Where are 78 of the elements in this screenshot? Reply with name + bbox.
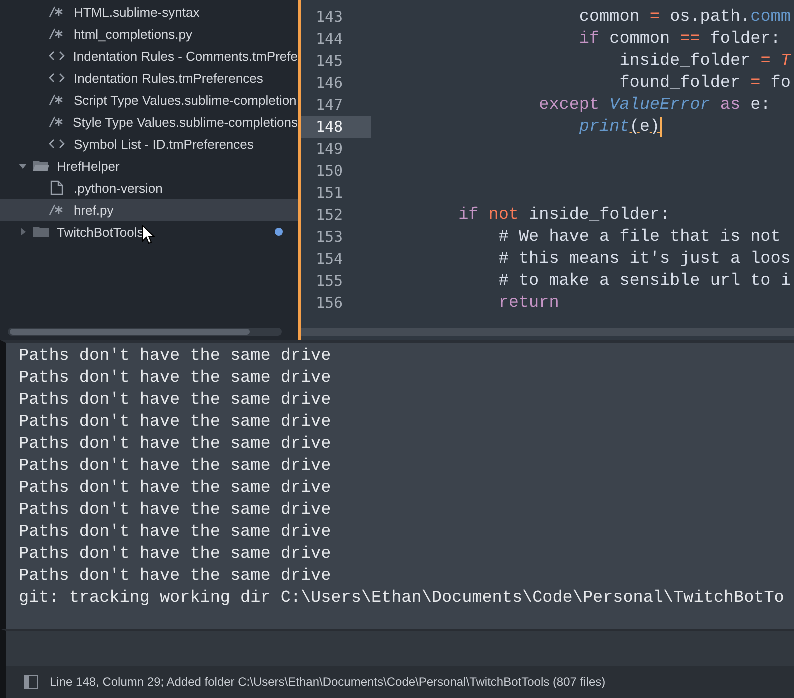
folder-name: TwitchBotTools — [57, 224, 144, 240]
file-item[interactable]: Indentation Rules - Comments.tmPrefe — [0, 45, 298, 67]
code-line: found_folder = fo — [618, 74, 791, 92]
file-name: .python-version — [74, 180, 163, 196]
console-line: Paths don't have the same drive — [19, 346, 332, 368]
file-item[interactable]: href.py — [0, 199, 298, 221]
line-number: 155 — [315, 271, 344, 292]
file-item[interactable]: Indentation Rules.tmPreferences — [0, 67, 298, 89]
folder-icon — [32, 225, 50, 239]
collapsed-arrow-icon[interactable] — [18, 227, 28, 237]
code-line: except ValueError as e: — [538, 96, 771, 114]
source-file-icon — [49, 204, 65, 216]
file-item[interactable]: .python-version — [0, 177, 298, 199]
file-name: Indentation Rules - Comments.tmPrefe — [73, 48, 298, 64]
line-number: 143 — [315, 7, 344, 28]
status-text: Line 148, Column 29; Added folder C:\Users\Ethan\Documents\Code\Personal\TwitchBotTools (807 files) — [50, 675, 606, 689]
source-file-icon — [49, 28, 65, 40]
markup-file-icon — [48, 50, 65, 62]
console-line: Paths don't have the same drive — [19, 566, 332, 588]
markup-file-icon — [49, 72, 65, 84]
console-line: Paths don't have the same drive — [19, 478, 332, 500]
file-name: Symbol List - ID.tmPreferences — [74, 136, 254, 152]
file-name: Indentation Rules.tmPreferences — [74, 70, 264, 86]
code-line: # to make a sensible url to i — [498, 272, 791, 290]
line-number: 151 — [315, 183, 344, 204]
console-line: Paths don't have the same drive — [19, 500, 332, 522]
file-name: Style Type Values.sublime-completions — [73, 114, 298, 130]
line-number: 144 — [315, 29, 344, 50]
console-line: Paths don't have the same drive — [19, 544, 332, 566]
line-number: 147 — [315, 95, 344, 116]
source-file-icon — [49, 94, 65, 106]
console-line: git: tracking working dir C:\Users\Ethan\Documents\Code\Personal\TwitchBotTo — [19, 588, 786, 610]
line-number: 152 — [315, 205, 344, 226]
console-line: Paths don't have the same drive — [19, 390, 332, 412]
console-line: Paths don't have the same drive — [19, 412, 332, 434]
code-line: return — [498, 294, 560, 312]
line-number: 154 — [315, 249, 344, 270]
panel-toggle-icon[interactable] — [24, 675, 38, 689]
file-name: href.py — [74, 202, 114, 218]
file-item[interactable]: Script Type Values.sublime-completion — [0, 89, 298, 111]
scrollbar[interactable] — [301, 328, 794, 336]
mouse-pointer-icon — [142, 225, 155, 245]
source-file-icon — [49, 6, 65, 18]
line-number: 150 — [315, 161, 344, 182]
source-file-icon — [48, 116, 65, 128]
code-line: # this means it's just a loos — [498, 250, 791, 268]
file-item[interactable]: html_completions.py — [0, 23, 298, 45]
folder-name: HrefHelper — [57, 158, 120, 174]
line-number: 153 — [315, 227, 344, 248]
line-number: 156 — [315, 293, 344, 314]
code-line: print(e) — [578, 117, 662, 137]
expanded-arrow-icon[interactable] — [18, 161, 28, 171]
console-line: Paths don't have the same drive — [19, 456, 332, 478]
console-line: Paths don't have the same drive — [19, 434, 332, 456]
code-line: if common == folder: — [578, 30, 781, 48]
file-item[interactable]: HTML.sublime-syntax — [0, 1, 298, 23]
folder-item[interactable]: TwitchBotTools — [0, 221, 298, 243]
line-number: 148 — [301, 116, 371, 138]
folder-item[interactable]: HrefHelper — [0, 155, 298, 177]
line-number: 146 — [315, 73, 344, 94]
file-item[interactable]: Symbol List - ID.tmPreferences — [0, 133, 298, 155]
code-line: common = os.path.comm — [578, 8, 791, 26]
line-number: 145 — [315, 51, 344, 72]
markup-file-icon — [49, 138, 65, 150]
file-name: HTML.sublime-syntax — [74, 4, 200, 20]
folder-icon — [32, 159, 50, 173]
line-number: 149 — [315, 139, 344, 160]
console-line: Paths don't have the same drive — [19, 368, 332, 390]
file-name: Script Type Values.sublime-completion — [74, 92, 297, 108]
code-line: inside_folder = T — [618, 52, 791, 70]
file-item[interactable]: Style Type Values.sublime-completions — [0, 111, 298, 133]
file-name: html_completions.py — [74, 26, 192, 42]
console-line: Paths don't have the same drive — [19, 522, 332, 544]
text-cursor — [660, 117, 662, 137]
file-icon — [50, 180, 64, 196]
code-line: if not inside_folder: — [458, 206, 670, 224]
code-line: # We have a file that is not — [498, 228, 781, 246]
scrollbar[interactable] — [8, 328, 282, 336]
